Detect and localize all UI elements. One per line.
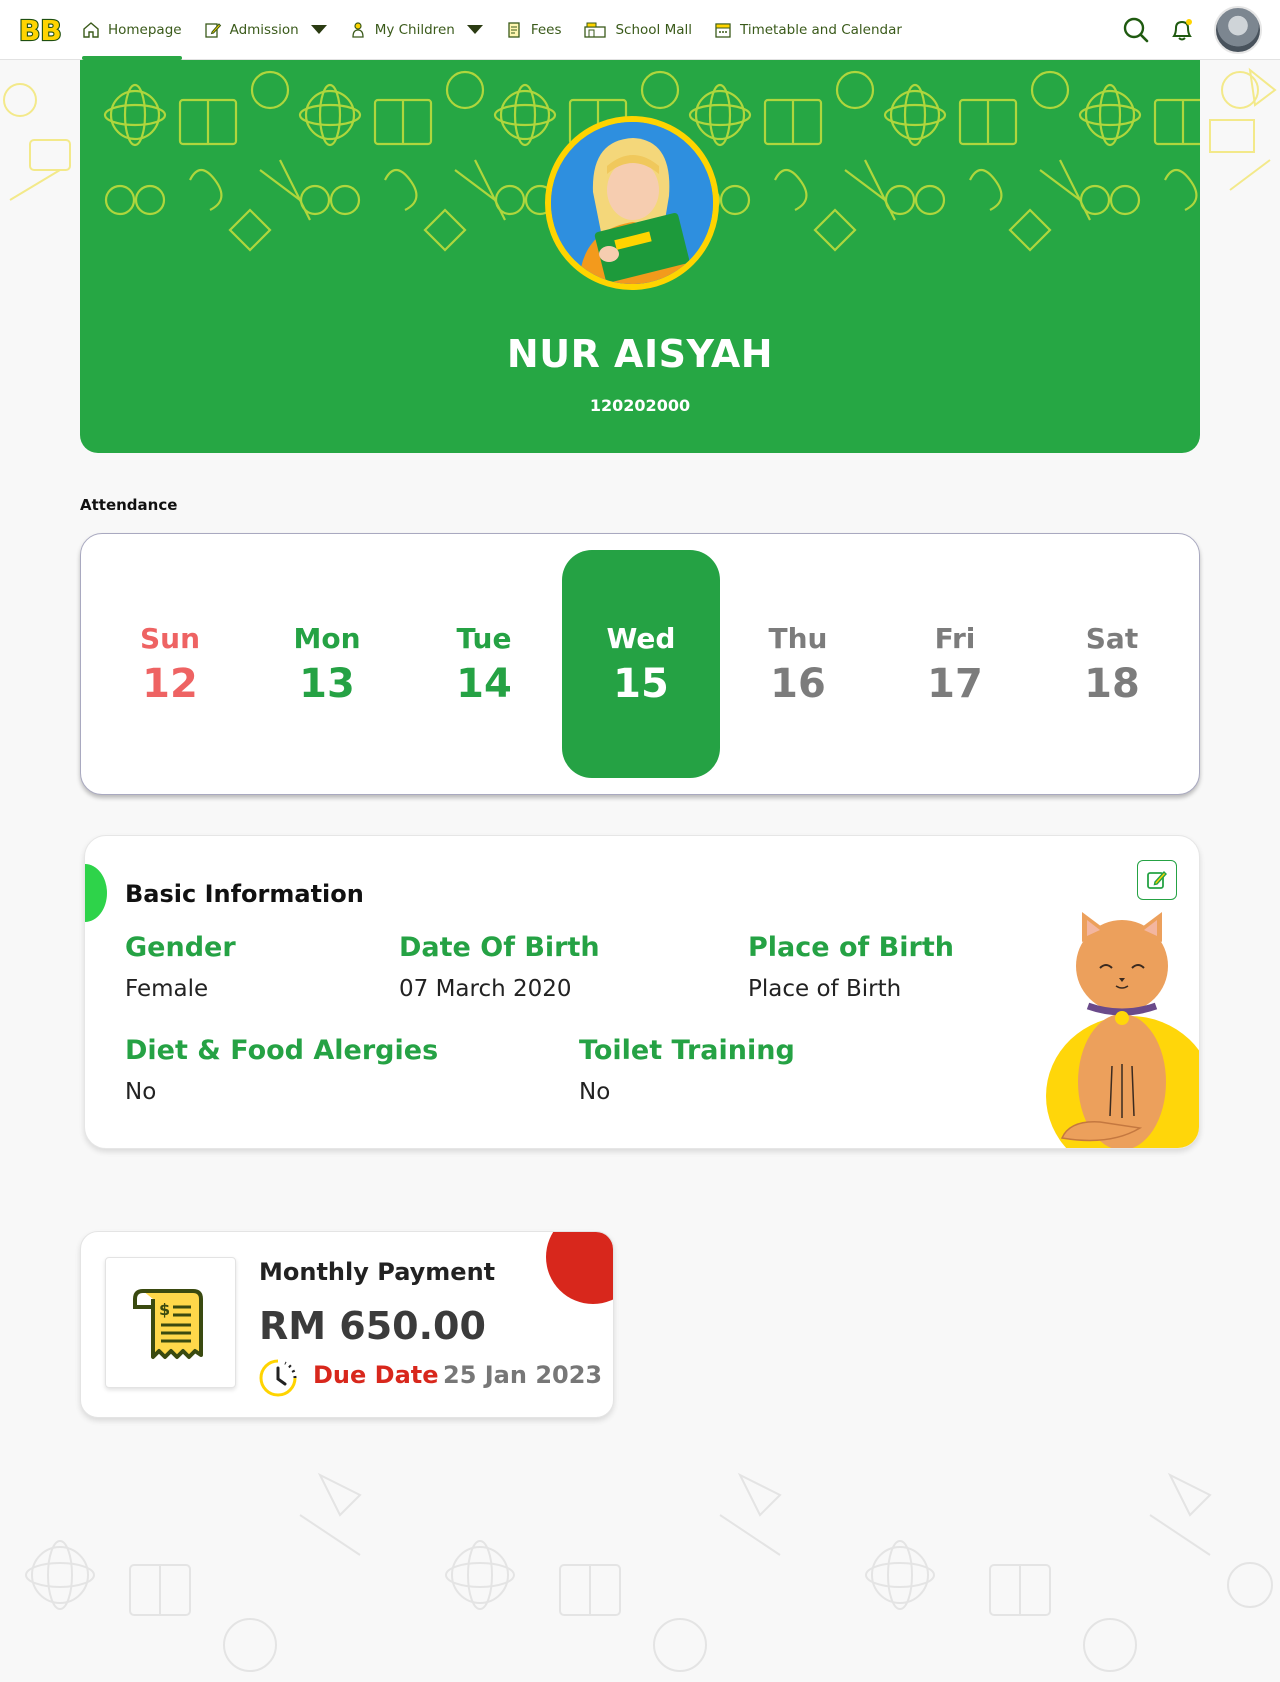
nav-admission-label: Admission <box>229 21 299 38</box>
nav-right-actions <box>1122 5 1262 54</box>
svg-text:$: $ <box>159 1300 170 1319</box>
day-name: Sat <box>1085 621 1139 655</box>
logo-icon: BB <box>18 14 62 46</box>
chevron-down-icon[interactable] <box>466 25 483 34</box>
payment-amount: RM 650.00 <box>259 1304 486 1348</box>
day-name: Wed <box>606 621 676 655</box>
clock-icon <box>259 1359 297 1397</box>
day-name: Thu <box>768 621 828 655</box>
day-number: 16 <box>770 660 826 707</box>
user-avatar[interactable] <box>1214 5 1262 54</box>
child-icon <box>352 21 364 38</box>
doodle-background-bottom <box>25 1472 1273 1672</box>
day-name: Tue <box>456 621 512 655</box>
gender-label: Gender <box>125 932 236 963</box>
nav-homepage-label: Homepage <box>108 21 182 38</box>
day-thu[interactable]: Thu 16 <box>719 550 877 778</box>
place-of-birth-value: Place of Birth <box>748 976 902 1002</box>
edit-icon <box>1147 870 1167 889</box>
bb-logo[interactable]: BB <box>18 14 62 46</box>
child-name: NUR AISYAH <box>506 332 774 376</box>
profile-banner: NUR AISYAH 120202000 <box>80 60 1200 453</box>
day-sun[interactable]: Sun 12 <box>91 550 249 778</box>
day-fri[interactable]: Fri 17 <box>876 550 1034 778</box>
day-mon[interactable]: Mon 13 <box>248 550 406 778</box>
toilet-training-label: Toilet Training <box>579 1035 795 1066</box>
day-name: Sun <box>139 621 201 655</box>
receipt-icon <box>508 21 520 38</box>
svg-text:BB: BB <box>19 14 62 46</box>
diet-allergies-value: No <box>125 1079 157 1105</box>
day-tue[interactable]: Tue 14 <box>405 550 563 778</box>
nav-admission[interactable]: Admission <box>204 0 327 60</box>
payment-icon-box: $ <box>105 1257 236 1388</box>
due-date-value: 25 Jan 2023 <box>443 1361 603 1389</box>
payment-title: Monthly Payment <box>259 1258 496 1286</box>
day-number: 12 <box>142 660 198 707</box>
chevron-down-icon[interactable] <box>310 25 327 34</box>
nav-school-mall-label: School Mall <box>615 21 693 38</box>
attendance-week-strip: Sun 12 Mon 13 Tue 14 Wed 15 Thu 16 Fri 1… <box>80 533 1200 795</box>
calendar-icon <box>715 22 731 38</box>
home-icon <box>83 21 99 38</box>
day-number: 13 <box>299 660 355 707</box>
basic-information-card: Basic Information Gender Female Date Of … <box>84 835 1200 1149</box>
date-of-birth-label: Date Of Birth <box>399 932 600 963</box>
nav-timetable[interactable]: Timetable and Calendar <box>714 0 902 60</box>
nav-fees-label: Fees <box>530 21 562 38</box>
diet-allergies-label: Diet & Food Alergies <box>125 1035 439 1066</box>
nav-my-children[interactable]: My Children <box>349 0 483 60</box>
day-sat[interactable]: Sat 18 <box>1033 550 1191 778</box>
monthly-payment-card[interactable]: $ Monthly Payment RM 650.00 Due Date 25 … <box>80 1231 614 1418</box>
basic-information-title: Basic Information <box>125 880 364 908</box>
edit-document-icon <box>204 22 221 38</box>
nav-my-children-label: My Children <box>374 21 455 38</box>
day-wed-selected[interactable]: Wed 15 <box>562 550 720 778</box>
bell-icon[interactable] <box>1168 16 1196 44</box>
top-nav: BB Homepage Admission My Children Fees S… <box>0 0 1280 60</box>
day-number: 18 <box>1084 660 1140 707</box>
nav-fees[interactable]: Fees <box>505 0 562 60</box>
toilet-training-value: No <box>579 1079 611 1105</box>
child-photo-image <box>551 122 713 284</box>
day-name: Fri <box>934 621 976 655</box>
edit-button[interactable] <box>1137 860 1177 900</box>
shop-icon <box>584 22 607 38</box>
date-of-birth-value: 07 March 2020 <box>399 976 572 1002</box>
gender-value: Female <box>125 976 209 1002</box>
child-photo <box>545 116 719 290</box>
payment-status-badge <box>546 1232 613 1304</box>
day-number: 15 <box>613 660 669 707</box>
place-of-birth-label: Place of Birth <box>748 932 954 963</box>
nav-homepage[interactable]: Homepage <box>82 0 182 60</box>
child-id-number: 120202000 <box>589 396 691 415</box>
day-name: Mon <box>293 621 361 655</box>
invoice-icon: $ <box>132 1288 203 1359</box>
section-marker <box>85 864 107 922</box>
cat-illustration <box>1046 912 1199 1148</box>
day-number: 17 <box>927 660 983 707</box>
nav-school-mall[interactable]: School Mall <box>583 0 692 60</box>
search-icon[interactable] <box>1122 16 1150 44</box>
day-number: 14 <box>456 660 512 707</box>
nav-timetable-label: Timetable and Calendar <box>740 21 902 38</box>
due-date-label: Due Date <box>313 1361 439 1389</box>
attendance-label: Attendance <box>80 496 178 514</box>
